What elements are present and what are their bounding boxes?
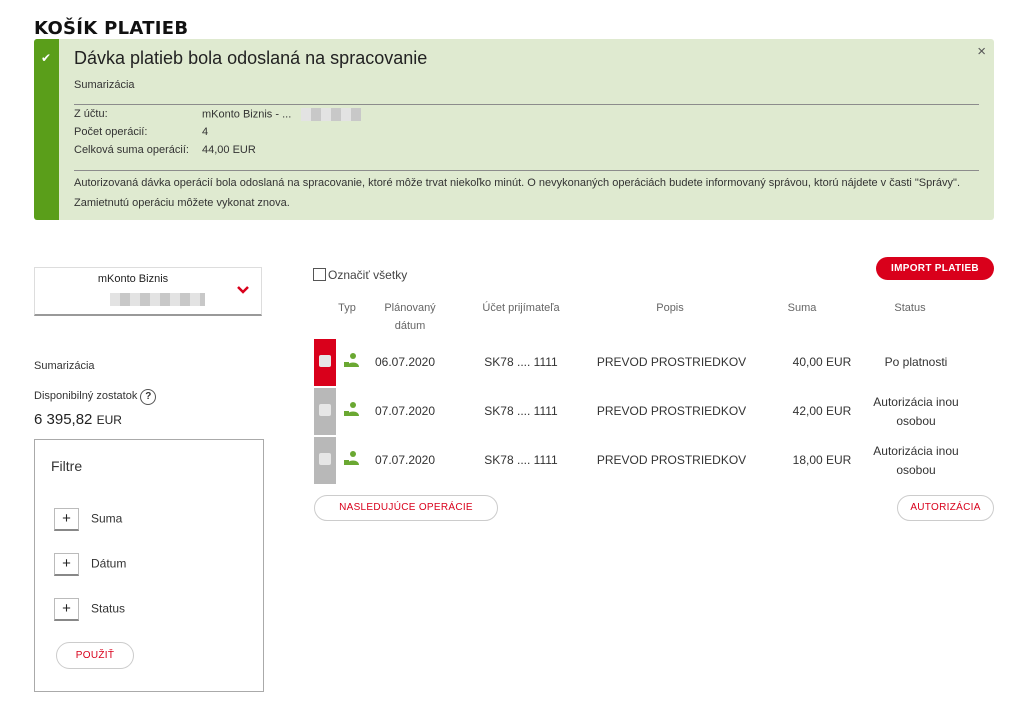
check-icon: ✔ [41, 51, 52, 65]
banner-row-label: Z účtu: [74, 108, 108, 121]
banner-row-count: Počet operácií: 4 [74, 126, 208, 138]
banner-row-value: 44,00 EUR [202, 144, 256, 156]
row-amount: 42,00 EUR [792, 404, 852, 418]
row-account: SK78 .... 1111 [484, 355, 558, 369]
available-balance-label: Disponibilný zostatok? [34, 389, 157, 405]
available-balance: 6 395,82 EUR [34, 411, 122, 428]
filter-label: Dátum [91, 556, 127, 571]
person-transfer-icon [344, 451, 359, 465]
row-description: PREVOD PROSTRIEDKOV [596, 453, 747, 467]
plus-icon[interactable]: + [54, 553, 79, 576]
banner-row-label: Celková suma operácií: [74, 144, 189, 156]
select-all-checkbox[interactable]: Označiť všetky [313, 268, 407, 282]
row-description: PREVOD PROSTRIEDKOV [596, 355, 747, 369]
person-transfer-icon [344, 353, 359, 367]
balance-currency: EUR [96, 413, 122, 427]
row-description: PREVOD PROSTRIEDKOV [596, 404, 747, 418]
row-date: 07.07.2020 [374, 453, 436, 467]
table-row[interactable]: 07.07.2020 SK78 .... 1111 PREVOD PROSTRI… [314, 437, 994, 484]
close-icon[interactable]: × [977, 43, 986, 60]
summary-label: Sumarizácia [34, 360, 95, 372]
balance-amount: 6 395,82 [34, 411, 93, 428]
banner-row-total: Celková suma operácií: 44,00 EUR [74, 144, 256, 156]
banner-note: Autorizovaná dávka operácií bola odoslan… [74, 177, 961, 209]
banner-title: Dávka platieb bola odoslaná na spracovan… [74, 48, 428, 68]
authorize-button[interactable]: AUTORIZÁCIA [897, 495, 994, 521]
table-row[interactable]: 07.07.2020 SK78 .... 1111 PREVOD PROSTRI… [314, 388, 994, 435]
import-payments-button[interactable]: IMPORT PLATIEB [876, 257, 994, 280]
filter-label: Suma [91, 511, 123, 526]
row-status: Autorizácia inou osobou [873, 395, 959, 428]
next-operations-button[interactable]: NASLEDUJÚCE OPERÁCIE [314, 495, 498, 521]
chevron-down-icon[interactable] [237, 283, 249, 297]
row-selector[interactable] [314, 388, 336, 435]
filter-panel: Filtre + Suma + Dátum + Status POUŽIŤ [34, 439, 264, 692]
column-header-account: Účet prijímateľa [482, 302, 560, 314]
banner-row-account: Z účtu: mKonto Biznis - ... [74, 108, 362, 121]
row-amount: 18,00 EUR [792, 453, 852, 467]
checkbox-icon[interactable] [319, 404, 331, 416]
divider [74, 104, 979, 105]
success-banner: ✔ × Dávka platieb bola odoslaná na sprac… [34, 39, 994, 220]
masked-account-number [110, 293, 205, 306]
filter-status[interactable]: + Status [54, 598, 125, 621]
banner-subtitle: Sumarizácia [74, 79, 135, 91]
row-selector[interactable] [314, 339, 336, 386]
checkbox-icon[interactable] [313, 268, 326, 281]
filter-label: Status [91, 601, 126, 616]
banner-row-label: Počet operácií: [74, 126, 148, 138]
available-balance-text: Disponibilný zostatok [34, 390, 138, 402]
row-amount: 40,00 EUR [792, 355, 852, 369]
select-all-label: Označiť všetky [328, 268, 408, 282]
column-header-amount: Suma [787, 302, 817, 314]
banner-row-value: 4 [202, 126, 209, 138]
masked-account-number [301, 108, 362, 121]
checkbox-icon[interactable] [319, 453, 331, 465]
row-account: SK78 .... 1111 [484, 453, 558, 467]
row-selector[interactable] [314, 437, 336, 484]
column-header-date: Plánovaný dátum [384, 302, 436, 332]
row-status: Po platnosti [884, 355, 948, 369]
column-header-description: Popis [656, 302, 684, 314]
account-name: mKonto Biznis [97, 273, 169, 285]
divider [74, 170, 979, 171]
table-row[interactable]: 06.07.2020 SK78 .... 1111 PREVOD PROSTRI… [314, 339, 994, 386]
row-status: Autorizácia inou osobou [873, 444, 959, 477]
help-icon[interactable]: ? [140, 389, 157, 405]
row-account: SK78 .... 1111 [484, 404, 558, 418]
filter-panel-title: Filtre [51, 458, 83, 474]
apply-filter-button[interactable]: POUŽIŤ [56, 642, 134, 669]
banner-status-stripe: ✔ [34, 39, 59, 220]
page-title: KOŠÍK PLATIEB [34, 18, 189, 39]
column-header-type: Typ [338, 302, 356, 314]
row-date: 07.07.2020 [374, 404, 436, 418]
checkbox-icon[interactable] [319, 355, 331, 367]
account-selector[interactable]: mKonto Biznis [34, 267, 262, 316]
plus-icon[interactable]: + [54, 508, 79, 531]
column-header-status: Status [894, 302, 926, 314]
filter-date[interactable]: + Dátum [54, 553, 126, 576]
row-date: 06.07.2020 [374, 355, 436, 369]
filter-amount[interactable]: + Suma [54, 508, 122, 531]
person-transfer-icon [344, 402, 359, 416]
banner-row-value: mKonto Biznis - ... [202, 108, 292, 121]
plus-icon[interactable]: + [54, 598, 79, 621]
